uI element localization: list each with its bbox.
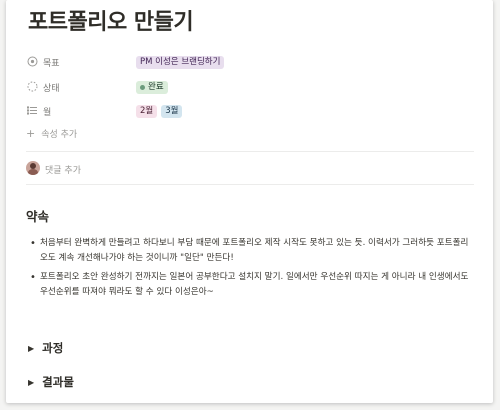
toggle-result[interactable]: ▶ 결과물: [28, 374, 74, 390]
divider: [26, 151, 474, 152]
toggle-label: 결과물: [42, 375, 74, 389]
property-row-goal[interactable]: 목표 PM 이성은 브랜딩하기: [26, 53, 476, 73]
toggle-label: 과정: [42, 341, 64, 355]
property-row-month[interactable]: 월 2월 3월: [26, 102, 476, 122]
avatar: [26, 161, 40, 175]
property-label: 목표: [43, 59, 60, 69]
plus-icon: +: [26, 127, 36, 140]
status-dot: [140, 84, 145, 90]
add-comment-label: 댓글 추가: [45, 166, 81, 176]
status-badge[interactable]: 완료: [136, 80, 168, 94]
month-tag[interactable]: 3월: [161, 104, 183, 118]
property-value[interactable]: 완료: [136, 79, 168, 95]
add-property-label: 속성 추가: [41, 130, 78, 140]
target-icon: [26, 56, 38, 68]
list-item[interactable]: 처음부터 완벽하게 만들려고 하다보니 부담 때문에 포트폴리오 제작 시작도 …: [28, 236, 474, 266]
property-label: 상태: [43, 84, 60, 94]
toggle-process[interactable]: ▶ 과정: [28, 340, 63, 356]
status-badge-label: 완료: [148, 81, 164, 92]
list-item[interactable]: 포트폴리오 초안 완성하기 전까지는 일본어 공부한다고 설치지 말기. 일에서…: [28, 270, 474, 300]
toggle-arrow-icon[interactable]: ▶: [28, 378, 34, 387]
add-property-button[interactable]: + 속성 추가: [26, 127, 77, 140]
property-label: 월: [43, 108, 52, 118]
relation-tag[interactable]: PM 이성은 브랜딩하기: [136, 55, 225, 69]
property-value[interactable]: PM 이성은 브랜딩하기: [136, 54, 225, 70]
status-icon: [26, 81, 38, 93]
toggle-arrow-icon[interactable]: ▶: [28, 344, 34, 353]
divider: [26, 184, 474, 185]
month-tag[interactable]: 2월: [136, 104, 158, 118]
section-heading[interactable]: 약속: [26, 206, 49, 225]
property-value[interactable]: 2월 3월: [136, 103, 183, 119]
property-row-status[interactable]: 상태 완료: [26, 78, 476, 98]
bullet-list: 처음부터 완벽하게 만들려고 하다보니 부담 때문에 포트폴리오 제작 시작도 …: [28, 236, 474, 304]
list-icon: [26, 105, 38, 117]
notion-page: 포트폴리오 만들기 목표 PM 이성은 브랜딩하기 상태 완료 월 2월 3월: [6, 0, 493, 403]
page-title[interactable]: 포트폴리오 만들기: [28, 4, 194, 36]
